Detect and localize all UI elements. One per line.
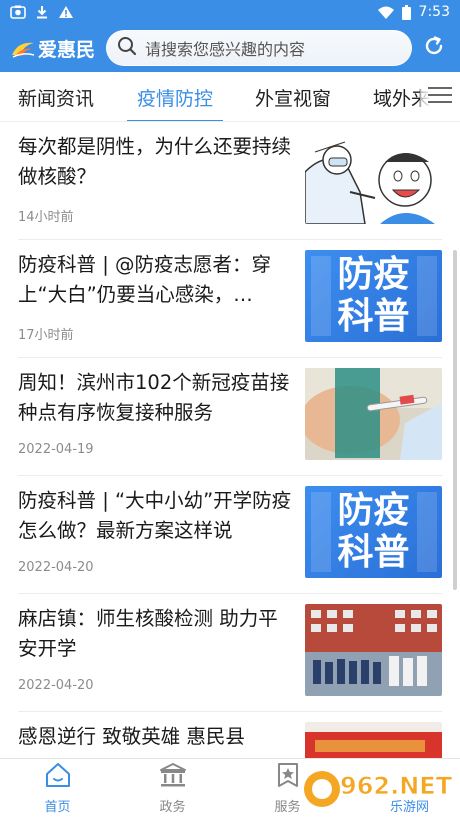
government-icon: [159, 762, 187, 792]
article-time: 14小时前: [18, 210, 74, 225]
search-icon: [117, 36, 137, 60]
article-list: 每次都是阴性，为什么还要持续做核酸？ 14小时前 防疫科普 | @防疫志愿者：穿…: [0, 122, 460, 758]
thumb-text-top: 防疫: [337, 254, 410, 295]
article-time: 2022-04-20: [18, 678, 94, 693]
battery-icon: [401, 4, 411, 20]
tab-epidemic-prevention[interactable]: 疫情防控: [126, 72, 224, 121]
app-logo: 爱惠民: [10, 35, 106, 62]
search-input[interactable]: 请搜索您感兴趣的内容: [106, 30, 412, 66]
refresh-icon: [422, 34, 446, 62]
list-item[interactable]: 感恩逆行 致敬英雄 惠民县: [0, 712, 460, 758]
svg-text:962.NET: 962.NET: [340, 772, 452, 800]
nav-label: 首页: [44, 800, 71, 815]
thumb-text-bottom: 科普: [337, 532, 410, 573]
tab-news[interactable]: 新闻资讯: [18, 72, 95, 121]
article-thumbnail: [305, 604, 442, 696]
scrollbar[interactable]: [453, 250, 457, 590]
refresh-button[interactable]: [416, 30, 452, 66]
service-icon: [274, 762, 302, 792]
article-time: 2022-04-20: [18, 560, 94, 575]
list-item[interactable]: 麻店镇：师生核酸检测 助力平安开学 2022-04-20: [0, 594, 460, 712]
watermark-logo: 962.NET 乐游网: [302, 764, 453, 815]
logo-mark-icon: [10, 37, 36, 59]
status-bar: 7:53: [0, 0, 460, 24]
thumb-text-top: 防疫: [337, 490, 410, 531]
wifi-icon: [377, 6, 394, 19]
menu-icon: [428, 86, 452, 108]
article-time: 17小时前: [18, 328, 74, 343]
article-time: 2022-04-19: [18, 442, 94, 457]
article-title: 防疫科普 | “大中小幼”开学防疫怎么做？最新方案这样说: [18, 489, 292, 542]
article-thumbnail: [305, 132, 442, 224]
thumb-text-bottom: 科普: [337, 296, 410, 337]
tab-label: 疫情防控: [137, 87, 214, 110]
tab-external-window[interactable]: 外宣视窗: [255, 72, 332, 121]
list-item[interactable]: 防疫科普 | “大中小幼”开学防疫怎么做？最新方案这样说 2022-04-20 …: [0, 476, 460, 594]
nav-label: 服务: [274, 800, 301, 815]
article-title: 每次都是阴性，为什么还要持续做核酸？: [18, 135, 292, 188]
search-placeholder: 请搜索您感兴趣的内容: [145, 40, 306, 59]
article-thumbnail: [305, 368, 442, 460]
tab-label: 外宣视窗: [255, 87, 332, 110]
article-thumbnail: 防疫 科普: [305, 486, 442, 578]
svg-text:乐游网: 乐游网: [390, 800, 429, 814]
warning-icon: [58, 5, 74, 19]
home-icon: [44, 762, 72, 792]
article-title: 周知！滨州市102个新冠疫苗接种点有序恢复接种服务: [18, 371, 290, 424]
app-bar: 爱惠民 请搜索您感兴趣的内容: [0, 24, 460, 72]
photo-icon: [10, 5, 26, 19]
nav-government[interactable]: 政务: [115, 759, 230, 818]
article-title: 防疫科普 | @防疫志愿者：穿上“大白”仍要当心感染，…: [18, 253, 271, 306]
article-title: 感恩逆行 致敬英雄 惠民县: [18, 725, 245, 748]
article-thumbnail: [305, 722, 442, 758]
nav-label: 政务: [159, 800, 186, 815]
list-item[interactable]: 周知！滨州市102个新冠疫苗接种点有序恢复接种服务 2022-04-19: [0, 358, 460, 476]
list-item[interactable]: 防疫科普 | @防疫志愿者：穿上“大白”仍要当心感染，… 17小时前 防疫 科普: [0, 240, 460, 358]
tab-menu-button[interactable]: [420, 72, 460, 121]
article-title: 麻店镇：师生核酸检测 助力平安开学: [18, 607, 278, 660]
app-name: 爱惠民: [38, 38, 96, 61]
list-item[interactable]: 每次都是阴性，为什么还要持续做核酸？ 14小时前: [0, 122, 460, 240]
nav-home[interactable]: 首页: [0, 759, 115, 818]
tab-label: 新闻资讯: [18, 87, 95, 110]
category-tabs: 新闻资讯 疫情防控 外宣视窗 域外来: [0, 72, 460, 122]
article-thumbnail: 防疫 科普: [305, 250, 442, 342]
clock: 7:53: [418, 4, 450, 20]
download-icon: [36, 5, 48, 19]
